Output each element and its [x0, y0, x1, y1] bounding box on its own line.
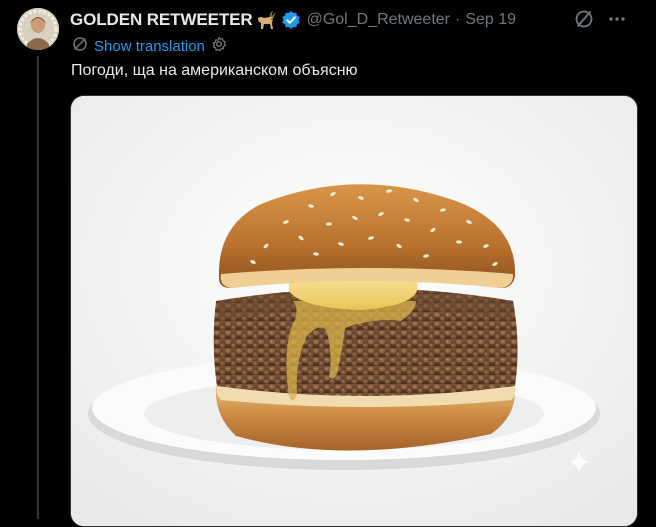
tweet-date[interactable]: Sep 19	[465, 11, 516, 29]
goat-emoji-icon	[255, 10, 277, 30]
avatar[interactable]	[17, 8, 59, 50]
header-actions	[574, 9, 626, 34]
display-name[interactable]: GOLDEN RETWEETER	[70, 10, 253, 30]
more-icon[interactable]	[608, 9, 626, 34]
translate-icon	[72, 36, 88, 57]
user-handle[interactable]: @Gol_D_Retweeter	[307, 11, 450, 29]
tweet-text: Погоди, ща на американском объясню	[71, 62, 358, 79]
thread-line	[37, 56, 39, 519]
tweet-image[interactable]	[70, 95, 638, 527]
grok-icon[interactable]	[574, 9, 594, 34]
show-translation-link[interactable]: Show translation	[94, 38, 205, 55]
translation-bar: Show translation	[72, 36, 227, 56]
tweet-header: GOLDEN RETWEETER @Gol_D_Retweeter · Sep …	[70, 9, 646, 31]
separator-dot: ·	[455, 11, 461, 28]
gear-icon[interactable]	[211, 36, 227, 57]
verified-badge-icon	[281, 10, 301, 30]
